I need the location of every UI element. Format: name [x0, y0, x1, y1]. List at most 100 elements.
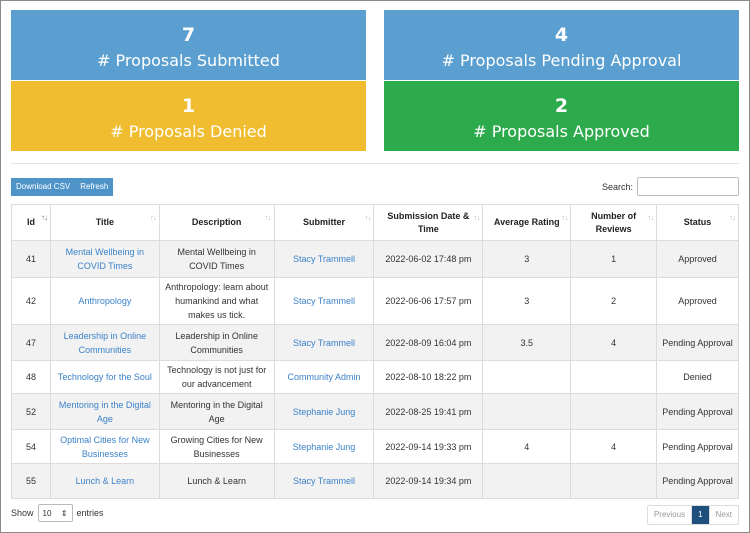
- column-header-label: Id: [26, 217, 35, 227]
- refresh-button[interactable]: Refresh: [75, 178, 114, 196]
- column-header-submitter[interactable]: Submitter ↑↓: [273, 204, 375, 241]
- column-header-rating[interactable]: Average Rating ↑↓: [482, 204, 572, 241]
- cell-rating: [482, 463, 572, 499]
- cell-reviews: [570, 360, 658, 394]
- page-length-control: Show 10 ⇕ entries: [11, 504, 104, 522]
- card-proposals-pending: 4 # Proposals Pending Approval: [384, 10, 739, 80]
- submitter-link[interactable]: Stephanie Jung: [273, 393, 375, 430]
- column-header-reviews[interactable]: Number of Reviews ↑↓: [570, 204, 658, 241]
- cell-id: 48: [11, 360, 51, 394]
- card-label: # Proposals Pending Approval: [441, 51, 682, 70]
- column-header-description[interactable]: Description ↑↓: [158, 204, 275, 241]
- cell-reviews: 4: [570, 324, 658, 361]
- cell-rating: 3: [482, 277, 572, 325]
- column-header-label: Submitter: [303, 217, 346, 227]
- cell-reviews: 2: [570, 277, 658, 325]
- card-count: 7: [181, 24, 196, 46]
- cell-date: 2022-08-10 18:22 pm: [373, 360, 484, 394]
- column-header-id[interactable]: Id ↑↓: [11, 204, 51, 241]
- proposal-title-link[interactable]: Mentoring in the Digital Age: [49, 393, 160, 430]
- submitter-link[interactable]: Community Admin: [273, 360, 375, 394]
- cell-id: 47: [11, 324, 51, 361]
- select-arrows-icon: ⇕: [60, 508, 68, 518]
- card-count: 1: [181, 95, 196, 117]
- page-button-current[interactable]: 1: [692, 506, 710, 524]
- card-proposals-denied: 1 # Proposals Denied: [11, 81, 366, 151]
- cell-status: Pending Approval: [656, 324, 739, 361]
- cell-rating: [482, 360, 572, 394]
- table-row: 52 Mentoring in the Digital Age Mentorin…: [11, 393, 739, 430]
- show-label: Show: [11, 508, 34, 518]
- submitter-link[interactable]: Stephanie Jung: [273, 429, 375, 464]
- cell-id: 55: [11, 463, 51, 499]
- sort-icon: ↑↓: [149, 213, 157, 222]
- cell-status: Pending Approval: [656, 393, 739, 430]
- cell-id: 54: [11, 429, 51, 464]
- page-length-value: 10: [42, 508, 52, 518]
- card-label: # Proposals Submitted: [97, 51, 280, 70]
- column-header-label: Title: [95, 217, 115, 227]
- proposal-title-link[interactable]: Mental Wellbeing in COVID Times: [49, 240, 160, 278]
- entries-label: entries: [76, 508, 104, 518]
- page-length-select[interactable]: 10 ⇕: [37, 504, 73, 522]
- sort-icon: ↑↓: [473, 213, 480, 222]
- cell-id: 52: [11, 393, 51, 430]
- cell-reviews: [570, 463, 658, 499]
- cell-reviews: [570, 393, 658, 430]
- cell-reviews: 4: [570, 429, 658, 464]
- column-header-title[interactable]: Title ↑↓: [49, 204, 160, 241]
- proposal-title-link[interactable]: Technology for the Soul: [49, 360, 160, 394]
- divider: [11, 163, 739, 164]
- sort-icon: ↑↓: [364, 213, 371, 222]
- cell-date: 2022-09-14 19:33 pm: [373, 429, 484, 464]
- toolbar: Download CSV Refresh: [11, 178, 114, 196]
- cell-date: 2022-09-14 19:34 pm: [373, 463, 484, 499]
- table-row: 47 Leadership in Online Communities Lead…: [11, 324, 739, 361]
- cell-status: Approved: [656, 240, 739, 278]
- proposal-title-link[interactable]: Lunch & Learn: [49, 463, 160, 499]
- sort-asc-icon: ↑↓: [40, 213, 48, 222]
- cell-id: 42: [11, 277, 51, 325]
- cell-rating: 3: [482, 240, 572, 278]
- table-row: 54 Optimal Cities for New Businesses Gro…: [11, 429, 739, 464]
- table-row: 55 Lunch & Learn Lunch & Learn Stacy Tra…: [11, 463, 739, 499]
- column-header-date[interactable]: Submission Date & Time ↑↓: [373, 204, 484, 241]
- sort-icon: ↑↓: [561, 213, 568, 222]
- cell-rating: [482, 393, 572, 430]
- cell-reviews: 1: [570, 240, 658, 278]
- column-header-label: Description: [191, 217, 242, 227]
- card-count: 2: [554, 95, 569, 117]
- submitter-link[interactable]: Stacy Trammell: [273, 463, 375, 499]
- cell-description: Anthropology: learn about humankind and …: [158, 277, 275, 325]
- cell-status: Pending Approval: [656, 429, 739, 464]
- download-csv-button[interactable]: Download CSV: [11, 178, 76, 196]
- cell-description: Mentoring in the Digital Age: [158, 393, 275, 430]
- proposal-title-link[interactable]: Leadership in Online Communities: [49, 324, 160, 361]
- pagination: Previous 1 Next: [646, 505, 739, 525]
- cell-status: Pending Approval: [656, 463, 739, 499]
- card-proposals-approved: 2 # Proposals Approved: [384, 81, 739, 151]
- submitter-link[interactable]: Stacy Trammell: [273, 240, 375, 278]
- previous-page-button[interactable]: Previous: [648, 506, 693, 524]
- submitter-link[interactable]: Stacy Trammell: [273, 324, 375, 361]
- table-row: 41 Mental Wellbeing in COVID Times Menta…: [11, 240, 739, 278]
- cell-rating: 3.5: [482, 324, 572, 361]
- cell-date: 2022-06-02 17:48 pm: [373, 240, 484, 278]
- proposal-title-link[interactable]: Anthropology: [49, 277, 160, 325]
- search-input[interactable]: [637, 177, 739, 196]
- next-page-button[interactable]: Next: [710, 506, 738, 524]
- table-row: 42 Anthropology Anthropology: learn abou…: [11, 277, 739, 325]
- card-label: # Proposals Approved: [473, 122, 650, 141]
- column-header-status[interactable]: Status ↑↓: [656, 204, 739, 241]
- cell-description: Mental Wellbeing in COVID Times: [158, 240, 275, 278]
- proposal-title-link[interactable]: Optimal Cities for New Businesses: [49, 429, 160, 464]
- cell-description: Leadership in Online Communities: [158, 324, 275, 361]
- column-header-label: Submission Date & Time: [387, 210, 470, 234]
- submitter-link[interactable]: Stacy Trammell: [273, 277, 375, 325]
- cell-description: Technology is not just for our advanceme…: [158, 360, 275, 394]
- cell-status: Approved: [656, 277, 739, 325]
- cell-rating: 4: [482, 429, 572, 464]
- cell-id: 41: [11, 240, 51, 278]
- sort-icon: ↑↓: [729, 213, 736, 222]
- card-count: 4: [554, 24, 569, 46]
